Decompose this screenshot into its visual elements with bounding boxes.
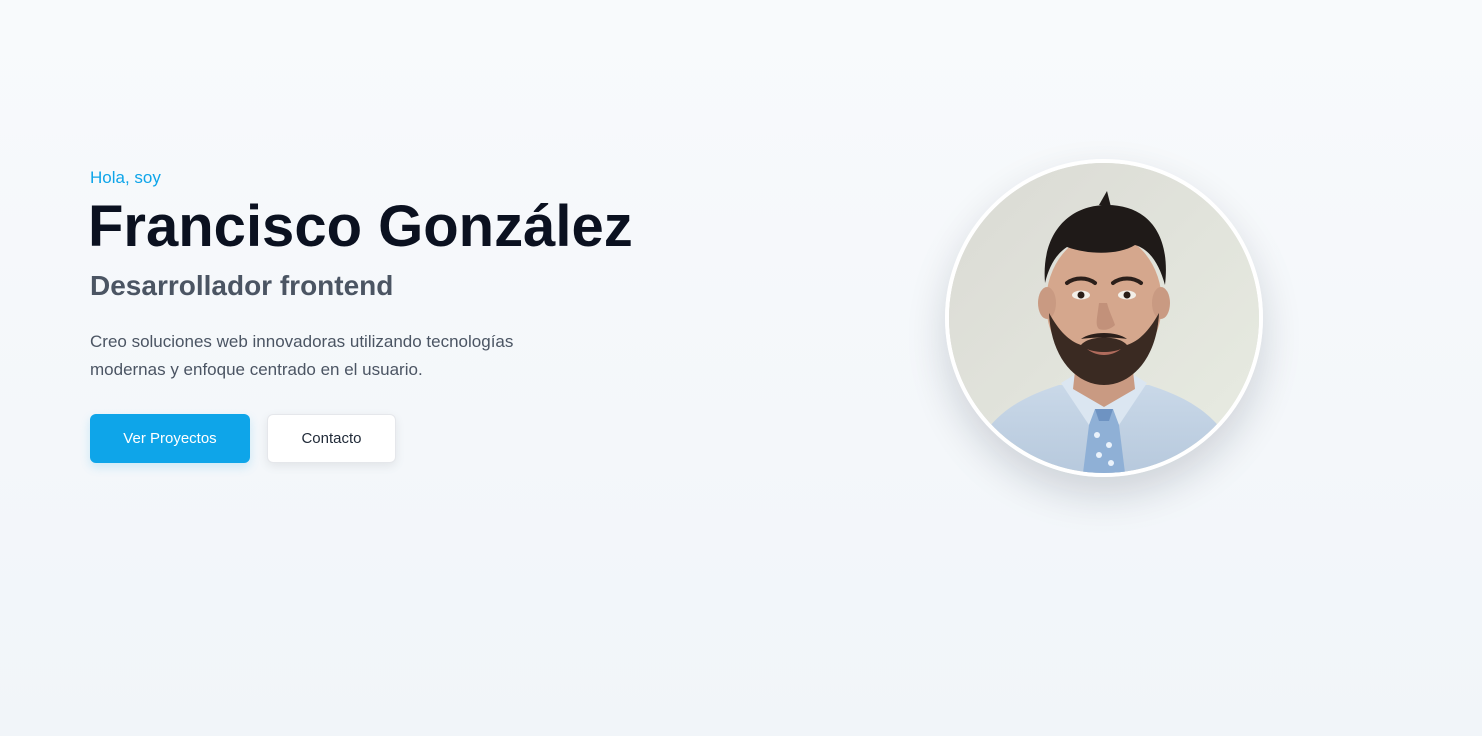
profile-photo <box>945 159 1263 477</box>
view-projects-button[interactable]: Ver Proyectos <box>90 414 250 463</box>
hero-description: Creo soluciones web innovadoras utilizan… <box>90 332 514 379</box>
hero-role: Desarrollador frontend <box>90 270 394 301</box>
hero-section: Hola, soy Francisco González Desarrollad… <box>0 0 1482 736</box>
contact-button[interactable]: Contacto <box>267 414 396 463</box>
profile-photo-illustration <box>949 163 1259 473</box>
hero-name: Francisco González <box>88 194 633 259</box>
hero-intro: Hola, soy Francisco González Desarrollad… <box>88 166 730 463</box>
greeting-text: Hola, soy <box>90 168 161 187</box>
hero-actions: Ver Proyectos Contacto <box>90 414 730 463</box>
